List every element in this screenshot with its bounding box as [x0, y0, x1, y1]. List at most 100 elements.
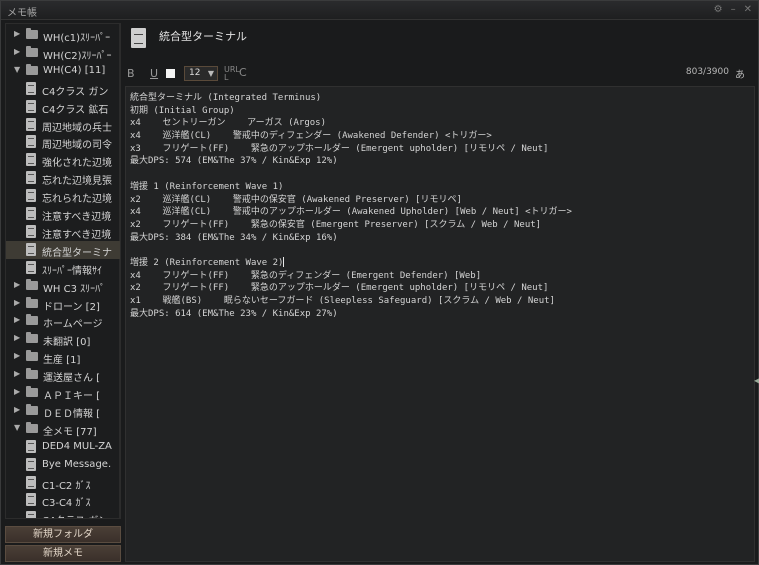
folder-icon: [26, 314, 38, 326]
document-icon: [26, 475, 36, 489]
tree-memo[interactable]: 注意すべき辺境: [6, 223, 120, 241]
chevron-right-icon[interactable]: ▶: [14, 387, 22, 396]
tree-folder[interactable]: ▶ WH(c1)ｽﾘｰﾊﾟｰ: [6, 26, 120, 44]
chevron-right-icon[interactable]: ▶: [14, 333, 22, 342]
document-icon: [26, 99, 36, 113]
document-icon: [26, 260, 36, 274]
tree-folder[interactable]: ▶ WH(C2)ｽﾘｰﾊﾟｰ: [6, 44, 120, 62]
chevron-right-icon[interactable]: ▶: [14, 315, 22, 324]
folder-icon: [26, 63, 38, 75]
tree-memo[interactable]: 強化された辺境: [6, 151, 120, 170]
chevron-right-icon[interactable]: ▶: [14, 47, 22, 56]
tree-folder[interactable]: ▶ 生産 [1]: [6, 348, 120, 366]
tree-folder[interactable]: ▶ ホームページ: [6, 312, 120, 331]
memo-tree-sidebar: ▶ WH(c1)ｽﾘｰﾊﾟｰ ▶ WH(C2)ｽﾘｰﾊﾟｰ ▼ WH(C4) [11] C4…: [5, 23, 121, 519]
tree-memo[interactable]: ｽﾘｰﾊﾟｰ情報ｻｲ: [6, 259, 120, 277]
memo-editor[interactable]: 統合型ターミナル (Integrated Terminus) 初期 (Initia…: [125, 86, 755, 562]
tree-item-label: WH(C2)ｽﾘｰﾊﾟｰ: [43, 50, 112, 62]
new-folder-button[interactable]: 新規フォルダ: [5, 526, 121, 543]
tree-item-label: 注意すべき辺境: [42, 229, 112, 241]
tree-item-label: Bye Message.: [42, 458, 112, 470]
tree-memo[interactable]: C4クラス ガン: [6, 80, 120, 98]
tree-folder[interactable]: ▶ ＡＰＩキー [: [6, 384, 120, 402]
tree-folder[interactable]: ▼ 全メモ [77]: [6, 420, 120, 438]
tree-memo[interactable]: 注意すべき辺境: [6, 205, 120, 223]
editor-line: x1 戦艦(BS) 眠らないセーフガード (Sleepless Safeguar…: [130, 296, 555, 306]
folder-icon: [26, 368, 38, 380]
tree-folder[interactable]: ▶ 運送屋さん [: [6, 366, 120, 384]
chevron-down-icon[interactable]: ▼: [14, 65, 22, 74]
folder-icon: [26, 350, 38, 362]
tree-memo[interactable]: C4クラス ガン: [6, 509, 120, 518]
document-icon: [26, 117, 36, 131]
chevron-right-icon[interactable]: ▶: [14, 29, 22, 38]
tree-memo[interactable]: C4クラス 鉱石: [6, 98, 120, 116]
folder-icon: [26, 296, 38, 308]
tree-folder[interactable]: ▼ WH(C4) [11]: [6, 62, 120, 80]
settings-icon[interactable]: ⚙: [714, 4, 723, 15]
document-icon: [26, 171, 36, 185]
tree-folder[interactable]: ▶ ドローン [2]: [6, 295, 120, 313]
tree-item-label: WH(c1)ｽﾘｰﾊﾟｰ: [43, 33, 111, 44]
tree-folder[interactable]: ▶ 未翻訳 [0]: [6, 330, 120, 348]
text-color-swatch[interactable]: [166, 69, 175, 78]
chevron-right-icon[interactable]: ▶: [14, 369, 22, 378]
tree-folder[interactable]: ▶ WH C3 ｽﾘｰﾊﾟ: [6, 277, 120, 295]
tree-memo[interactable]: 統合型ターミナ: [6, 240, 120, 259]
editor-line: 増援 2 (Reinforcement Wave 2): [130, 257, 285, 268]
tree-item-label: ＤＥＤ情報 [: [43, 408, 101, 420]
document-icon: [26, 242, 36, 256]
tree-item-label: ｽﾘｰﾊﾟｰ情報ｻｲ: [42, 265, 102, 277]
url-button[interactable]: URL L: [224, 66, 240, 82]
tree-item-label: 強化された辺境: [42, 158, 112, 170]
editor-line: 増援 1 (Reinforcement Wave 1): [130, 181, 284, 192]
tree-memo[interactable]: C3-C4 ｶﾞｽ: [6, 491, 120, 510]
document-icon: [26, 511, 36, 518]
tree-memo[interactable]: Bye Message.: [6, 456, 120, 474]
chevron-right-icon[interactable]: ▶: [14, 405, 22, 414]
folder-icon: [26, 332, 38, 344]
new-memo-button[interactable]: 新規メモ: [5, 545, 121, 562]
tree-item-label: C3-C4 ｶﾞｽ: [42, 498, 91, 510]
chevron-right-icon[interactable]: ▶: [14, 351, 22, 360]
tree-item-label: ＡＰＩキー [: [43, 391, 101, 402]
chevron-right-icon[interactable]: ▶: [14, 298, 22, 307]
underline-button[interactable]: U: [150, 67, 158, 80]
format-toolbar: B U 12 ▼ URL L C 803/3900 あ: [125, 64, 755, 84]
font-size-select[interactable]: 12 ▼: [184, 66, 218, 81]
character-count: 803/3900: [685, 67, 729, 77]
title-bar[interactable]: メモ帳 ⚙ – ✕: [1, 1, 758, 20]
folder-icon: [26, 28, 38, 39]
tree-folder[interactable]: ▶ ＤＥＤ情報 [: [6, 402, 120, 420]
document-icon: [26, 153, 36, 167]
tree-item-label: C4クラス 鉱石: [42, 104, 109, 116]
link-button[interactable]: C: [239, 66, 247, 79]
editor-line: x2 巡洋艦(CL) 警戒中の保安官 (Awakened Preserver) …: [130, 194, 462, 205]
document-icon: [26, 135, 36, 149]
folder-icon: [26, 403, 38, 415]
editor-line: x3 フリゲート(FF) 緊急のアップホールダー (Emergent uphol…: [130, 143, 549, 154]
tree-memo[interactable]: C1-C2 ｶﾞｽ: [6, 474, 120, 492]
minimize-icon[interactable]: –: [731, 4, 736, 15]
tree-item-label: 周辺地域の兵士: [42, 122, 112, 134]
document-icon: [26, 224, 36, 238]
note-header: 統合型ターミナル: [125, 23, 755, 63]
tree-memo[interactable]: 周辺地域の司令: [6, 133, 120, 151]
chevron-right-icon[interactable]: ▶: [14, 280, 22, 289]
tree-item-label: ホームページ: [43, 319, 103, 331]
document-icon: [26, 457, 36, 471]
tree-memo[interactable]: DED4 MUL-ZA: [6, 438, 120, 456]
tree-memo[interactable]: 周辺地域の兵士: [6, 116, 120, 134]
chevron-down-icon[interactable]: ▼: [14, 423, 22, 432]
tree-memo[interactable]: 忘れられた辺境: [6, 187, 120, 205]
tree-item-label: ドローン [2]: [43, 301, 100, 313]
tree-item-label: C4クラス ガン: [42, 86, 109, 98]
resize-arrow-icon[interactable]: ◀: [754, 376, 759, 385]
tree-memo[interactable]: 忘れた辺境見張: [6, 169, 120, 187]
close-icon[interactable]: ✕: [744, 4, 752, 15]
folder-icon: [26, 45, 38, 57]
bold-button[interactable]: B: [127, 67, 135, 80]
editor-line: 最大DPS: 384 (EM&The 34% / Kin&Exp 16%): [130, 232, 338, 243]
